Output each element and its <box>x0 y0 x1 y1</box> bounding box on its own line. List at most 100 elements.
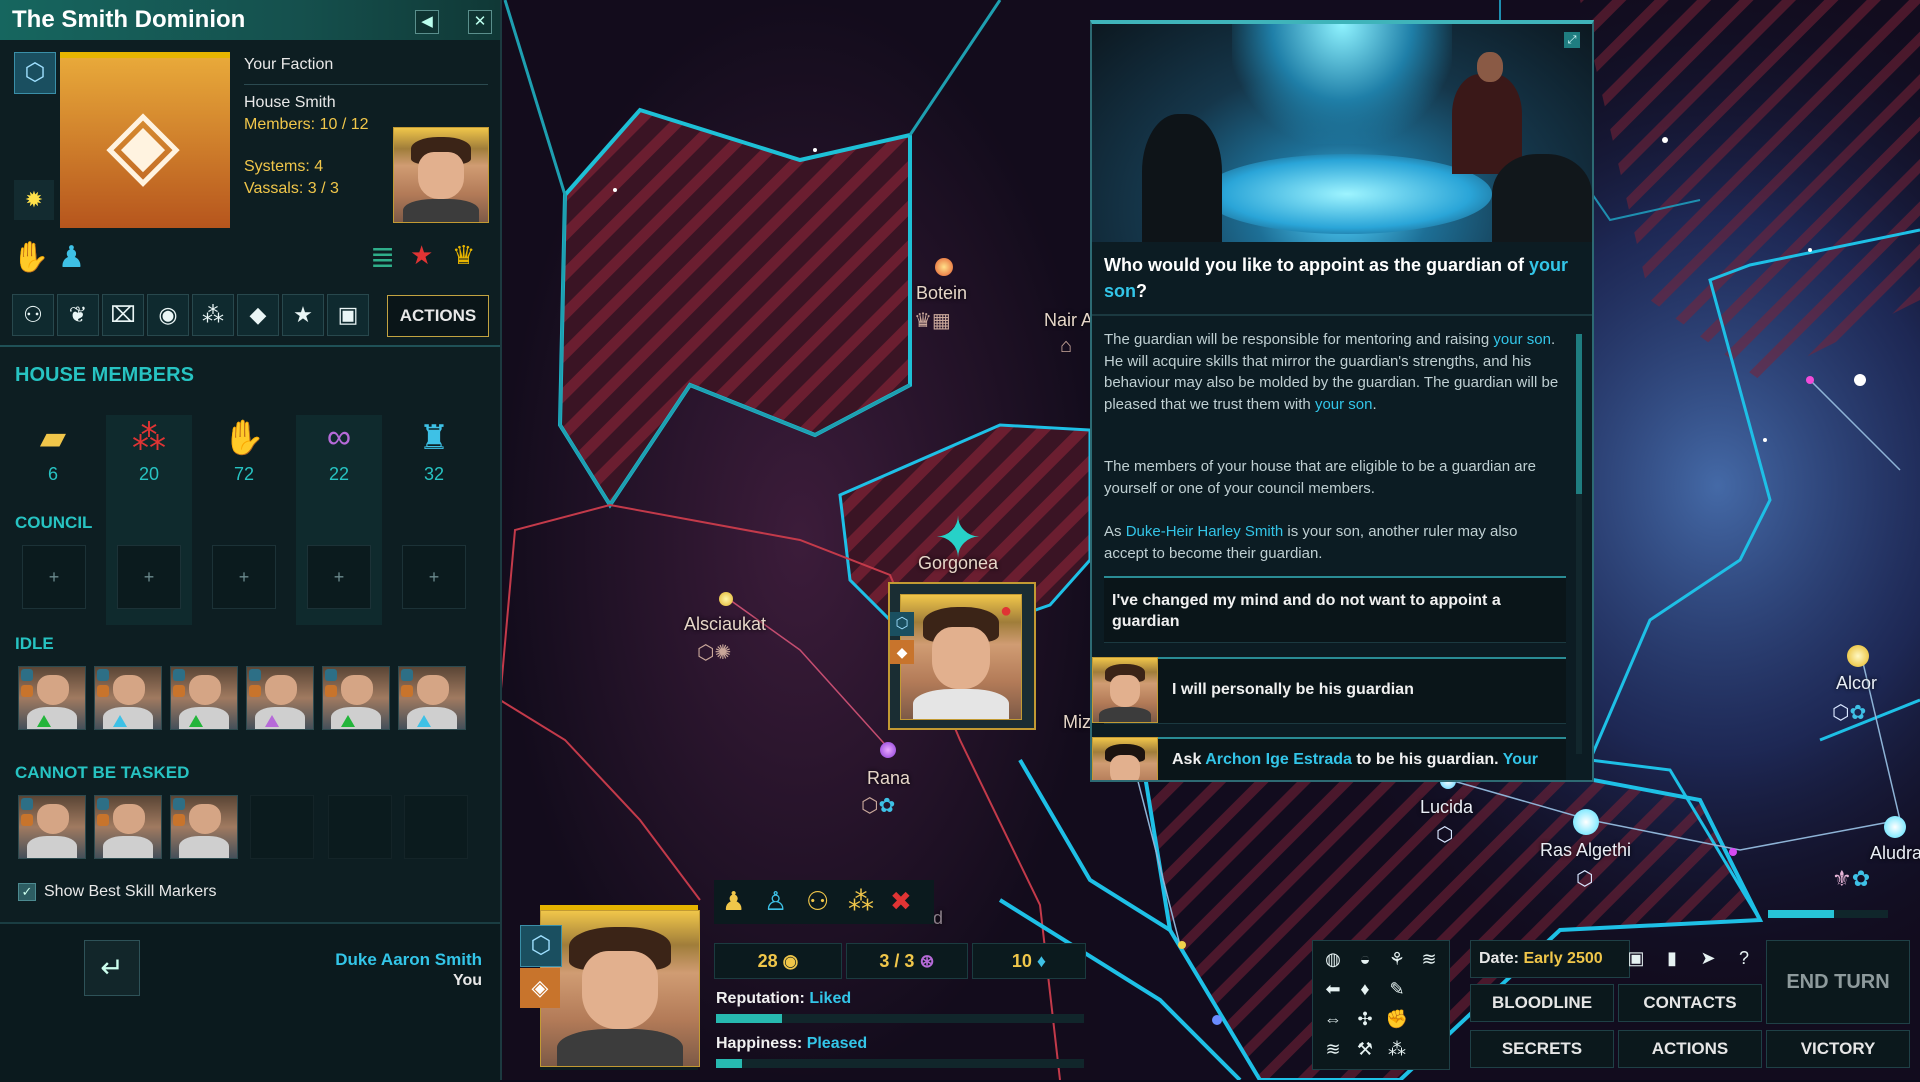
chat-plus-icon[interactable]: ▣ <box>1622 944 1650 972</box>
idle-member[interactable] <box>246 666 314 730</box>
idle-member[interactable] <box>322 666 390 730</box>
gem-icon: ♦ <box>1036 951 1047 971</box>
system-label-aludra[interactable]: Aludra <box>1870 843 1920 864</box>
system-label-ras-algethi[interactable]: Ras Algethi <box>1540 840 1631 861</box>
idle-heading: IDLE <box>15 634 54 653</box>
drop-icon[interactable]: ♦ <box>1351 975 1379 1003</box>
idle-member[interactable] <box>170 666 238 730</box>
turn-progress-fill <box>1768 910 1834 918</box>
family-tree-icon[interactable]: ⚇ <box>12 294 54 336</box>
option-no-guardian[interactable]: I've changed my mind and do not want to … <box>1104 576 1566 643</box>
victory-button[interactable]: VICTORY <box>1766 1030 1910 1068</box>
hud-tabs: ♟ ♙ ⚇ ⁂ ✖ <box>714 880 934 924</box>
handshake-icon[interactable]: ✋ <box>12 240 49 275</box>
hud-crest-icon[interactable]: ◈ <box>520 968 560 1008</box>
map-filters: ◍ ◒ ⚘ ≋ ⬅ ♦ ✎ ⇔ ✣ ✊ ≋ ⚒ ⁂ <box>1312 940 1450 1070</box>
option-personal-guardian[interactable]: I will personally be his guardian <box>1092 657 1566 724</box>
crown-check-icon[interactable]: ♛ <box>452 240 475 271</box>
diplomat-icon[interactable]: ♙ <box>764 886 787 917</box>
vassals-count: Vassals: 3 / 3 <box>244 180 339 197</box>
ruler-portrait[interactable] <box>393 127 489 223</box>
rana-star-icon[interactable] <box>880 742 896 758</box>
idle-member[interactable] <box>94 666 162 730</box>
dialog-scroll-thumb[interactable] <box>1576 334 1582 494</box>
hud-shield-icon[interactable]: ⬡ <box>520 925 562 967</box>
triangles-icon[interactable]: ⁂ <box>1383 1035 1411 1063</box>
agents-icon[interactable]: ⚇ <box>806 886 829 917</box>
help-button[interactable]: ? <box>1730 944 1758 972</box>
system-label-botein[interactable]: Botein <box>916 283 967 304</box>
untaskable-member[interactable] <box>18 795 86 859</box>
system-label-lucida[interactable]: Lucida <box>1420 797 1473 818</box>
scatter-icon[interactable]: ✣ <box>1351 1005 1379 1033</box>
bloodline-button[interactable]: BLOODLINE <box>1470 984 1614 1022</box>
stars-up-icon[interactable]: ★ <box>410 240 433 271</box>
option-ask-archon[interactable]: Ask Archon Ige Estrada to be his guardia… <box>1092 737 1566 780</box>
chat-plus-icon[interactable]: ▣ <box>327 294 369 336</box>
contacts-button[interactable]: CONTACTS <box>1618 984 1762 1022</box>
wifi-icon[interactable]: ≋ <box>1319 1035 1347 1063</box>
aludra-star-icon[interactable] <box>1884 816 1906 838</box>
system-label-miz[interactable]: Miz <box>1063 712 1091 733</box>
council-slot[interactable]: + <box>22 545 86 609</box>
globe-icon[interactable]: ◍ <box>1319 945 1347 973</box>
alsciaukat-star-icon[interactable] <box>719 592 733 606</box>
ras-algethi-star-icon[interactable] <box>1573 809 1599 835</box>
laurel-icon[interactable]: ❦ <box>57 294 99 336</box>
planet-icon[interactable]: ◒ <box>1351 945 1379 973</box>
coins-stack-icon[interactable]: ≣ <box>370 240 395 275</box>
council-slot[interactable]: + <box>212 545 276 609</box>
shield-icon[interactable]: ⬡ <box>14 52 56 94</box>
gems-box[interactable]: 10 ♦ <box>972 943 1086 979</box>
bookmark-icon[interactable]: ⌧ <box>102 294 144 336</box>
show-best-skill-markers-checkbox[interactable]: ✓ <box>18 883 36 901</box>
send-icon[interactable]: ➤ <box>1694 944 1722 972</box>
alcor-star-icon[interactable] <box>1847 645 1869 667</box>
wrench-icon[interactable]: ✎ <box>1383 975 1411 1003</box>
hud-portrait-frame[interactable] <box>540 905 700 1070</box>
people-icon[interactable]: ♟ <box>722 886 745 917</box>
ring-icon[interactable]: ◉ <box>147 294 189 336</box>
stats-icon[interactable]: ▮ <box>1658 944 1686 972</box>
system-label-alcor[interactable]: Alcor <box>1836 673 1877 694</box>
system-label-nair[interactable]: Nair A <box>1044 310 1093 331</box>
actions-button[interactable]: ACTIONS <box>1618 1030 1762 1068</box>
actions-tab[interactable]: ACTIONS <box>387 295 489 337</box>
hammer-icon[interactable]: ⚒ <box>1351 1035 1379 1063</box>
system-label-alsciaukat[interactable]: Alsciaukat <box>684 614 766 635</box>
triangles-icon[interactable]: ⁂ <box>192 294 234 336</box>
heir-link[interactable]: Duke-Heir Harley Smith <box>1126 523 1284 540</box>
system-label-gorgonea[interactable]: Gorgonea <box>918 553 998 574</box>
diamond-icon[interactable]: ◆ <box>237 294 279 336</box>
coin-icon[interactable]: ✹ <box>14 180 54 220</box>
signal-icon[interactable]: ≋ <box>1415 945 1443 973</box>
idle-member[interactable] <box>398 666 466 730</box>
untaskable-member[interactable] <box>94 795 162 859</box>
council-slot[interactable]: + <box>117 545 181 609</box>
arrow-left-icon[interactable]: ⬅ <box>1319 975 1347 1003</box>
house-crest: ◈ <box>60 52 230 228</box>
arrows-icon[interactable]: ⇔ <box>1319 1005 1347 1033</box>
collapse-button[interactable]: ◀ <box>415 10 439 34</box>
butterfly-icon[interactable]: ⚘ <box>1383 945 1411 973</box>
heir-portrait-card[interactable]: ⬡ ◆ ● <box>888 582 1036 730</box>
botein-star-icon[interactable] <box>935 258 953 276</box>
end-turn-button[interactable]: END TURN <box>1766 940 1910 1024</box>
untaskable-member[interactable] <box>170 795 238 859</box>
figure-icon[interactable]: ♟ <box>58 240 85 275</box>
expand-icon[interactable]: ⤢ <box>1564 32 1580 48</box>
influence-box[interactable]: 3 / 3 ⊛ <box>846 943 968 979</box>
secrets-button[interactable]: SECRETS <box>1470 1030 1614 1068</box>
idle-member[interactable] <box>18 666 86 730</box>
fist-icon[interactable]: ✊ <box>1383 1005 1411 1033</box>
system-label-rana[interactable]: Rana <box>867 768 910 789</box>
crowd-icon[interactable]: ⁂ <box>848 886 874 917</box>
council-slot[interactable]: + <box>402 545 466 609</box>
back-arrow-button[interactable]: ↵ <box>84 940 140 996</box>
credits-box[interactable]: 28 ◉ <box>714 943 842 979</box>
star-icon[interactable]: ★ <box>282 294 324 336</box>
council-slot[interactable]: + <box>307 545 371 609</box>
dislike-icon[interactable]: ✖ <box>890 886 912 917</box>
close-button[interactable]: ✕ <box>468 10 492 34</box>
reputation-bar-fill <box>716 1014 783 1023</box>
